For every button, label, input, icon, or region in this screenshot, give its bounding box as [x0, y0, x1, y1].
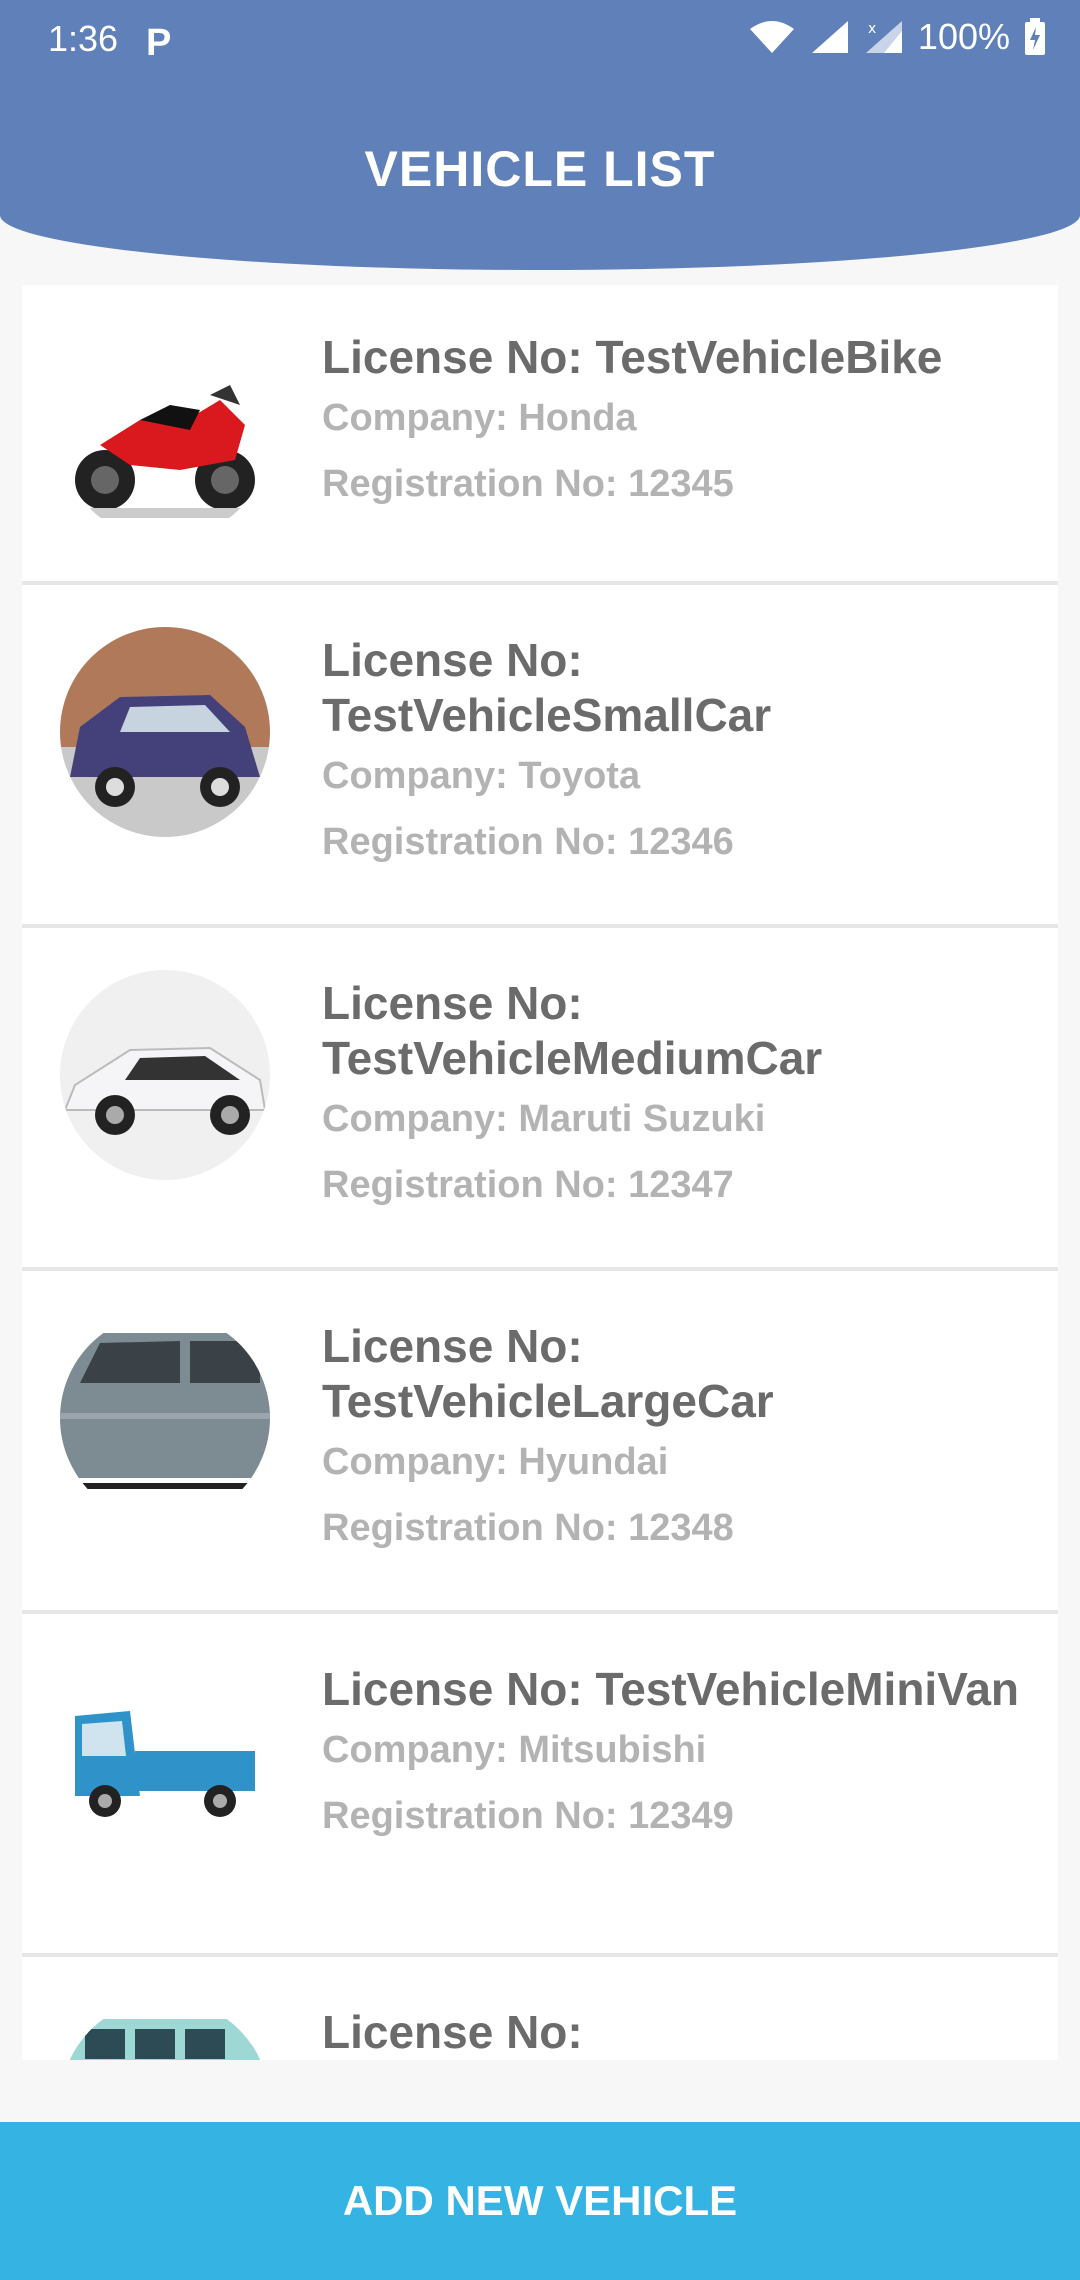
vehicle-card[interactable]: License No: TestVehicleSmallCar Company:… [22, 585, 1058, 928]
signal-roaming-icon: x [865, 21, 902, 53]
small-car-image [60, 627, 270, 837]
license-number: License No: TestVehicleBike [322, 331, 943, 383]
parking-icon: P [146, 22, 172, 64]
status-bar: 1:36 P x 100% [0, 0, 1080, 80]
company-name: Company: Maruti Suzuki [322, 1098, 766, 1140]
motorcycle-image [60, 330, 270, 540]
license-number: License No: TestVehicleMediumCar [322, 977, 823, 1084]
large-car-image [60, 1313, 270, 1523]
mini-truck-image [60, 1656, 270, 1866]
vehicle-card[interactable]: License No: TestVehicleLargeCar Company:… [22, 1271, 1058, 1614]
van-image [60, 1999, 270, 2060]
status-icons: x 100% [748, 16, 1046, 58]
app-header: 1:36 P x 100% VEHICLE LIST [0, 0, 1080, 270]
medium-car-image [60, 970, 270, 1180]
company-name: Company: Honda [322, 397, 637, 439]
registration-number: Registration No: 12346 [322, 821, 734, 863]
company-name: Company: Toyota [322, 755, 641, 797]
registration-number: Registration No: 12347 [322, 1164, 734, 1206]
wifi-icon [749, 21, 794, 53]
registration-number: Registration No: 12348 [322, 1507, 734, 1549]
add-new-vehicle-button[interactable]: ADD NEW VEHICLE [0, 2122, 1080, 2280]
vehicle-card[interactable]: License No: TestVehicleBike Company: Hon… [22, 285, 1058, 585]
company-name: Company: Mitsubishi [322, 1729, 707, 1771]
company-name: Company: Hyundai [322, 1441, 669, 1483]
page-title: VEHICLE LIST [364, 141, 716, 197]
vehicle-list[interactable]: License No: TestVehicleBike Company: Hon… [0, 285, 1080, 2060]
signal-icon [811, 21, 848, 53]
vehicle-card[interactable]: License No: TestVehicleMiniVan Company: … [22, 1614, 1058, 1957]
license-number: License No: TestVehicleSmallCar [322, 634, 772, 741]
svg-text:x: x [868, 21, 876, 37]
battery-charging-icon [1025, 18, 1045, 55]
license-number: License No: [322, 2006, 583, 2058]
status-time: 1:36 [48, 18, 119, 59]
vehicle-card[interactable]: License No: [22, 1957, 1058, 2060]
license-number: License No: TestVehicleMiniVan [322, 1663, 1020, 1715]
battery-level: 100% [917, 16, 1010, 57]
registration-number: Registration No: 12349 [322, 1795, 734, 1837]
registration-number: Registration No: 12345 [322, 463, 734, 505]
vehicle-card[interactable]: License No: TestVehicleMediumCar Company… [22, 928, 1058, 1271]
license-number: License No: TestVehicleLargeCar [322, 1320, 774, 1427]
